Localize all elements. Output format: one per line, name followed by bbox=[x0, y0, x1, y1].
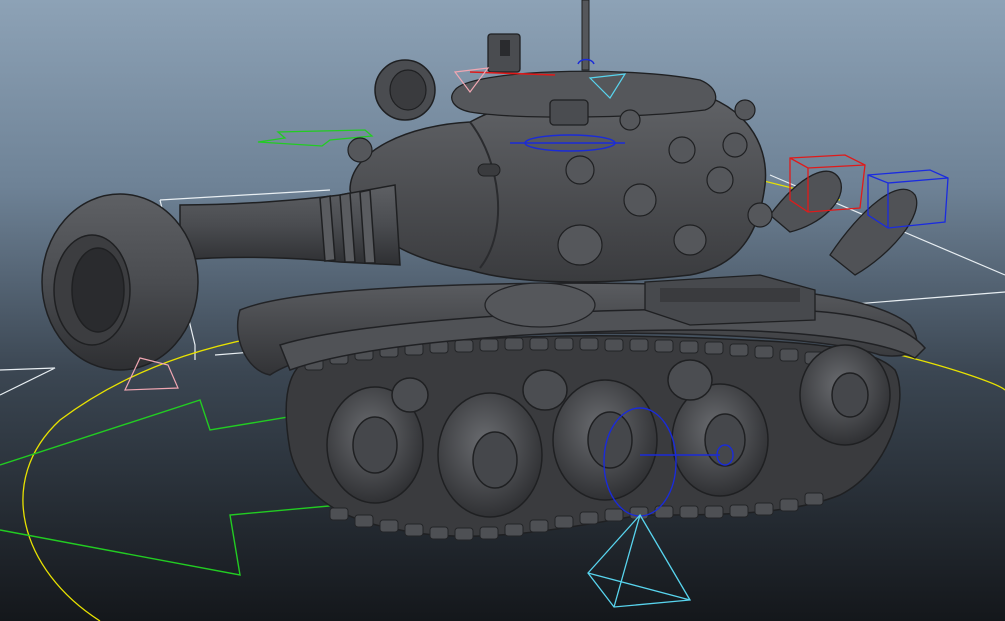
locator-cyan-pyramid[interactable] bbox=[587, 513, 692, 608]
engine-crate bbox=[644, 274, 816, 326]
tank-model[interactable] bbox=[41, 0, 927, 541]
exhaust-pipes bbox=[769, 170, 918, 276]
periscope bbox=[374, 59, 436, 121]
3d-viewport[interactable] bbox=[0, 0, 1005, 621]
hull-hatch bbox=[484, 282, 596, 328]
